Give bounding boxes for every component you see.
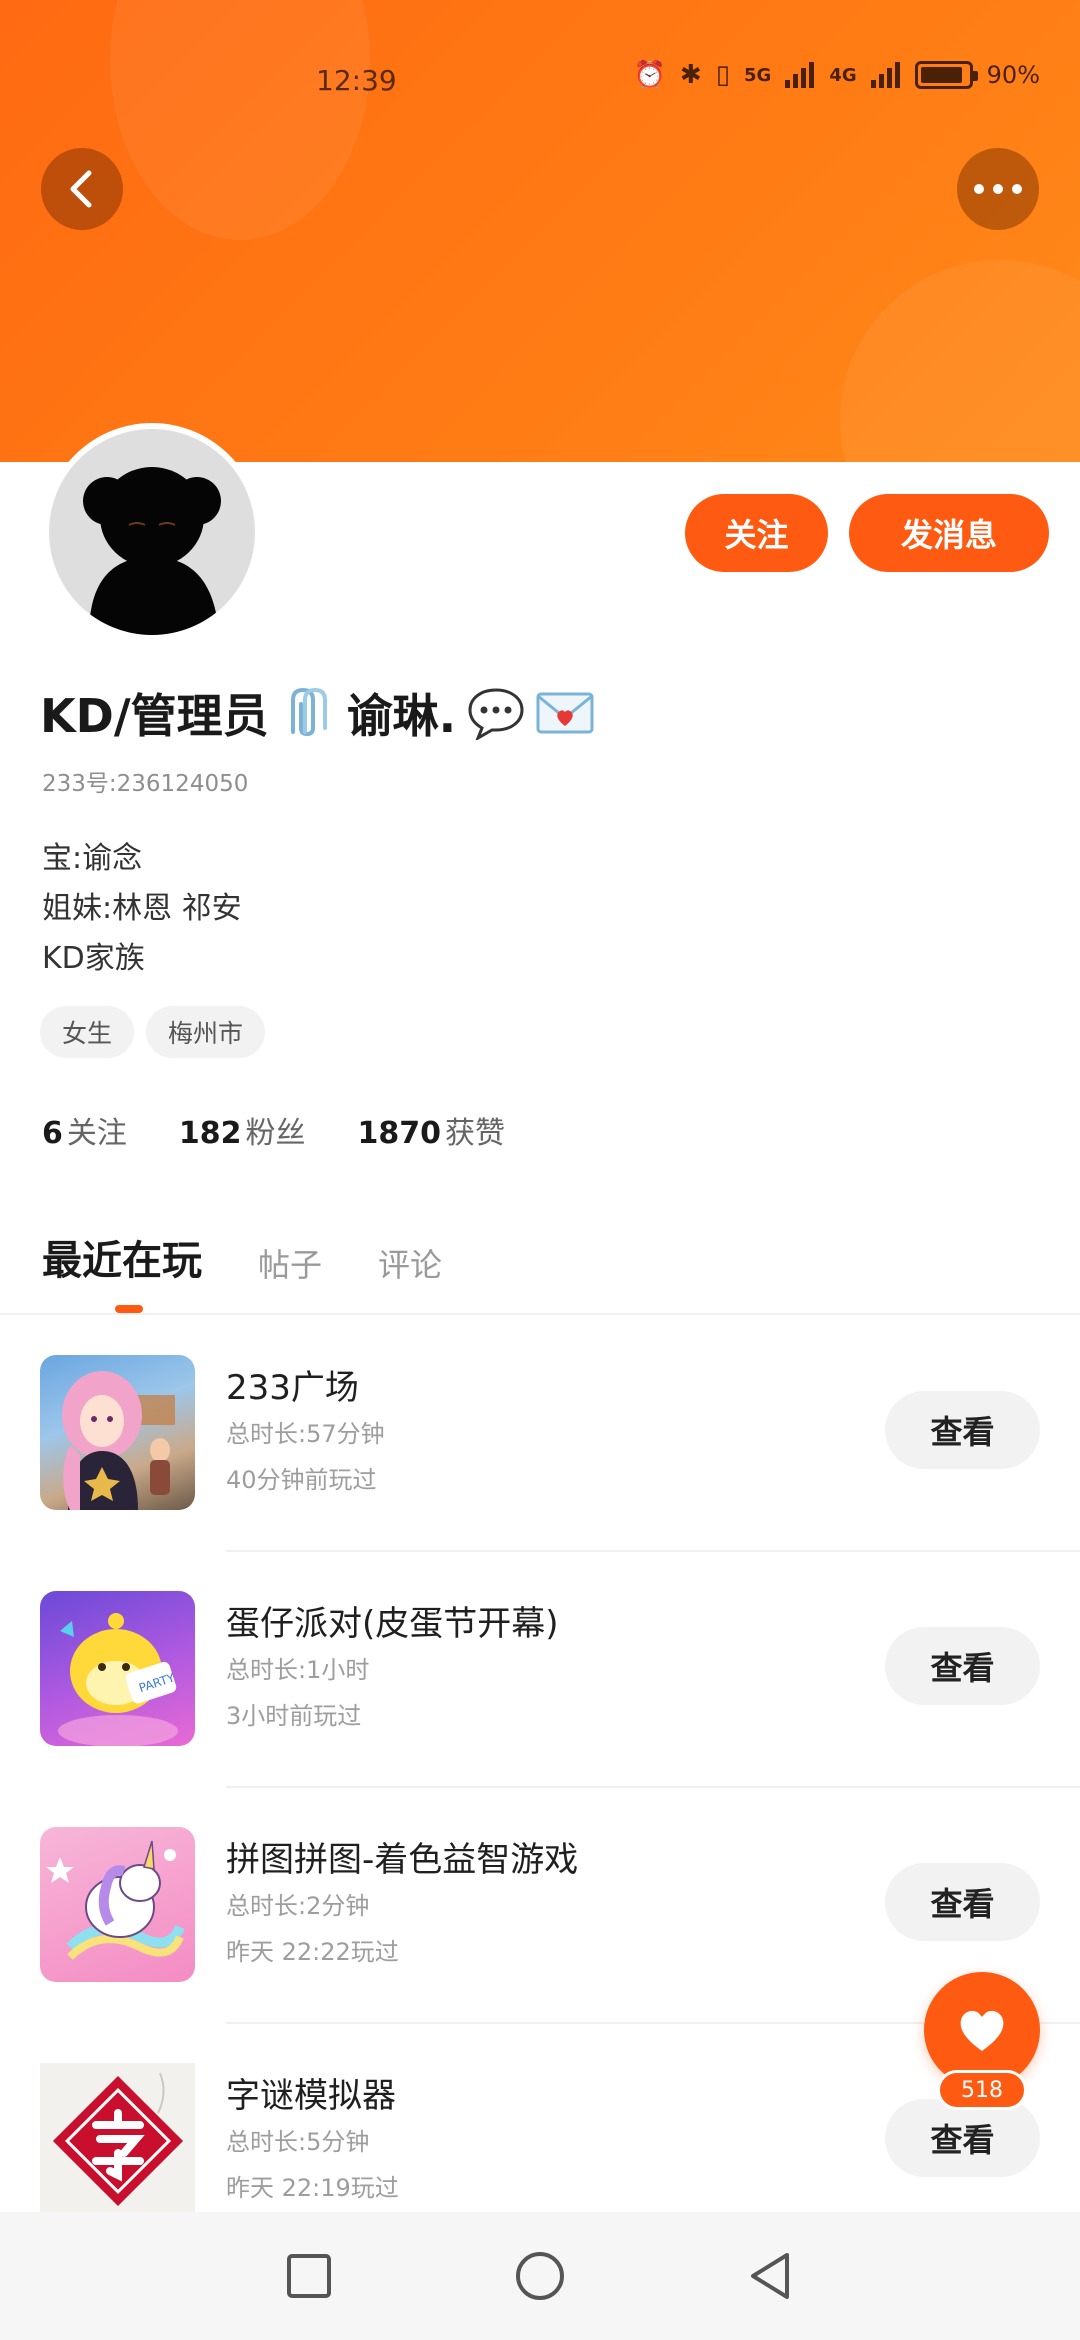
- game-title: 蛋仔派对(皮蛋节开幕): [226, 1604, 559, 1644]
- tab-posts[interactable]: 帖子: [258, 1240, 322, 1286]
- fans-count: 182: [178, 1116, 242, 1151]
- vibrate-icon: ▯: [715, 60, 731, 90]
- recent-apps-button[interactable]: [279, 2246, 339, 2306]
- status-bar: 12:39 ⏰ ✱ ▯ 5G 4G 90%: [0, 56, 1080, 106]
- unicorn-image: [46, 1840, 185, 1960]
- anime-girl-image: [62, 1371, 175, 1510]
- following-label: 关注: [66, 1116, 127, 1151]
- like-count-badge: 518: [937, 2070, 1027, 2110]
- paperclip-emoji-icon: [290, 687, 327, 737]
- speech-bubble-icon: [468, 688, 524, 740]
- following-stat[interactable]: 6 关注: [42, 1108, 127, 1152]
- game-last-played: 昨天 22:19玩过: [226, 2174, 399, 2202]
- profile-tabs: 最近在玩 帖子 评论: [42, 1228, 442, 1286]
- user-id: 233号:236124050: [42, 771, 249, 797]
- tab-comments[interactable]: 评论: [378, 1240, 442, 1286]
- status-time: 12:39: [316, 64, 397, 97]
- divider: [226, 1786, 1080, 1788]
- divider: [0, 1313, 1080, 1315]
- avatar-silhouette-icon: [83, 467, 221, 635]
- signal-icon: [785, 62, 815, 88]
- tab-recently-played[interactable]: 最近在玩: [42, 1228, 202, 1286]
- bio-line: 宝:谕念: [42, 841, 143, 876]
- status-icons: ⏰ ✱ ▯ 5G 4G 90%: [634, 60, 1040, 90]
- back-button[interactable]: [41, 148, 123, 230]
- game-info: 拼图拼图-着色益智游戏 总时长:2分钟 昨天 22:22玩过: [226, 1837, 578, 1975]
- circle-icon: [516, 2252, 564, 2300]
- bio-line: KD家族: [42, 941, 145, 976]
- game-info: 字谜模拟器 总时长:5分钟 昨天 22:19玩过: [226, 2073, 399, 2211]
- game-title: 拼图拼图-着色益智游戏: [226, 1840, 579, 1880]
- view-button[interactable]: 查看: [885, 1863, 1040, 1941]
- game-title: 233广场: [226, 1368, 359, 1408]
- gender-tag: 女生: [40, 1006, 135, 1058]
- game-row[interactable]: 拼图拼图-着色益智游戏 总时长:2分钟 昨天 22:22玩过 查看: [0, 1827, 1080, 2063]
- profile-name-text: KD/管理员: [40, 689, 269, 743]
- bluetooth-icon: ✱: [679, 60, 702, 90]
- game-info: 233广场 总时长:57分钟 40分钟前玩过: [226, 1365, 385, 1503]
- game-duration: 总时长:2分钟: [226, 1892, 370, 1920]
- location-tag: 梅州市: [146, 1006, 266, 1058]
- game-last-played: 40分钟前玩过: [226, 1466, 377, 1494]
- battery-icon: [914, 61, 978, 89]
- game-title: 字谜模拟器: [226, 2076, 396, 2116]
- banner-decoration: [110, 0, 370, 240]
- game-row[interactable]: PARTY 蛋仔派对(皮蛋节开幕) 总时长:1小时 3小时前玩过 查看: [0, 1591, 1080, 1827]
- bio-line: 姐妹:林恩 祁安: [42, 891, 242, 926]
- signal-4g-label: 4G: [829, 64, 857, 86]
- bio: 宝:谕念 姐妹:林恩 祁安 KD家族: [42, 834, 242, 984]
- more-horizontal-icon: [974, 184, 1022, 194]
- profile-stats: 6 关注 182 粉丝 1870 获赞: [42, 1108, 505, 1152]
- game-icon: [40, 1355, 195, 1510]
- battery-fill: [920, 67, 962, 83]
- love-letter-icon: [536, 692, 594, 734]
- profile-banner: 12:39 ⏰ ✱ ▯ 5G 4G 90%: [0, 0, 1080, 462]
- fans-label: 粉丝: [245, 1116, 306, 1151]
- signal-icon: [870, 62, 900, 88]
- game-last-played: 3小时前玩过: [226, 1702, 362, 1730]
- banner-decoration: [840, 260, 1080, 462]
- back-nav-button[interactable]: [740, 2246, 800, 2306]
- profile-name-suffix: 谕琳.: [346, 689, 457, 743]
- tab-indicator: [115, 1305, 143, 1313]
- following-count: 6: [42, 1116, 63, 1151]
- profile-name: KD/管理员 谕琳.: [40, 680, 594, 746]
- triangle-back-icon: [751, 2253, 789, 2299]
- follow-button[interactable]: 关注: [685, 494, 828, 572]
- game-icon: PARTY: [40, 1591, 195, 1746]
- divider: [226, 1550, 1080, 1552]
- game-icon: [40, 1827, 195, 1982]
- signal-5g-label: 5G: [744, 64, 772, 86]
- game-info: 蛋仔派对(皮蛋节开幕) 总时长:1小时 3小时前玩过: [226, 1601, 559, 1739]
- view-button[interactable]: 查看: [885, 1627, 1040, 1705]
- fans-stat[interactable]: 182 粉丝: [179, 1108, 306, 1152]
- game-last-played: 昨天 22:22玩过: [226, 1938, 399, 1966]
- more-button[interactable]: [957, 148, 1039, 230]
- likes-label: 获赞: [445, 1116, 505, 1151]
- view-button[interactable]: 查看: [885, 1391, 1040, 1469]
- game-duration: 总时长:57分钟: [226, 1420, 385, 1448]
- character-puzzle-image: [52, 2072, 184, 2207]
- send-message-button[interactable]: 发消息: [849, 494, 1049, 572]
- view-button[interactable]: 查看: [885, 2099, 1040, 2177]
- game-duration: 总时长:5分钟: [226, 2128, 370, 2156]
- square-icon: [287, 2254, 331, 2298]
- egg-character-image: PARTY: [58, 1613, 178, 1746]
- likes-count: 1870: [357, 1116, 442, 1151]
- system-nav-bar: [0, 2212, 1080, 2340]
- alarm-icon: ⏰: [633, 60, 666, 90]
- likes-stat: 1870 获赞: [358, 1108, 506, 1152]
- home-button[interactable]: [510, 2246, 570, 2306]
- game-icon: [40, 2063, 195, 2218]
- heart-icon: [960, 2010, 1004, 2051]
- avatar-image: [49, 429, 255, 635]
- game-row[interactable]: 233广场 总时长:57分钟 40分钟前玩过 查看: [0, 1355, 1080, 1591]
- avatar[interactable]: [43, 423, 261, 641]
- game-duration: 总时长:1小时: [226, 1656, 370, 1684]
- battery-percent: 90%: [986, 61, 1040, 89]
- profile-tags: 女生 梅州市: [40, 1006, 266, 1058]
- chevron-left-icon: [70, 170, 92, 208]
